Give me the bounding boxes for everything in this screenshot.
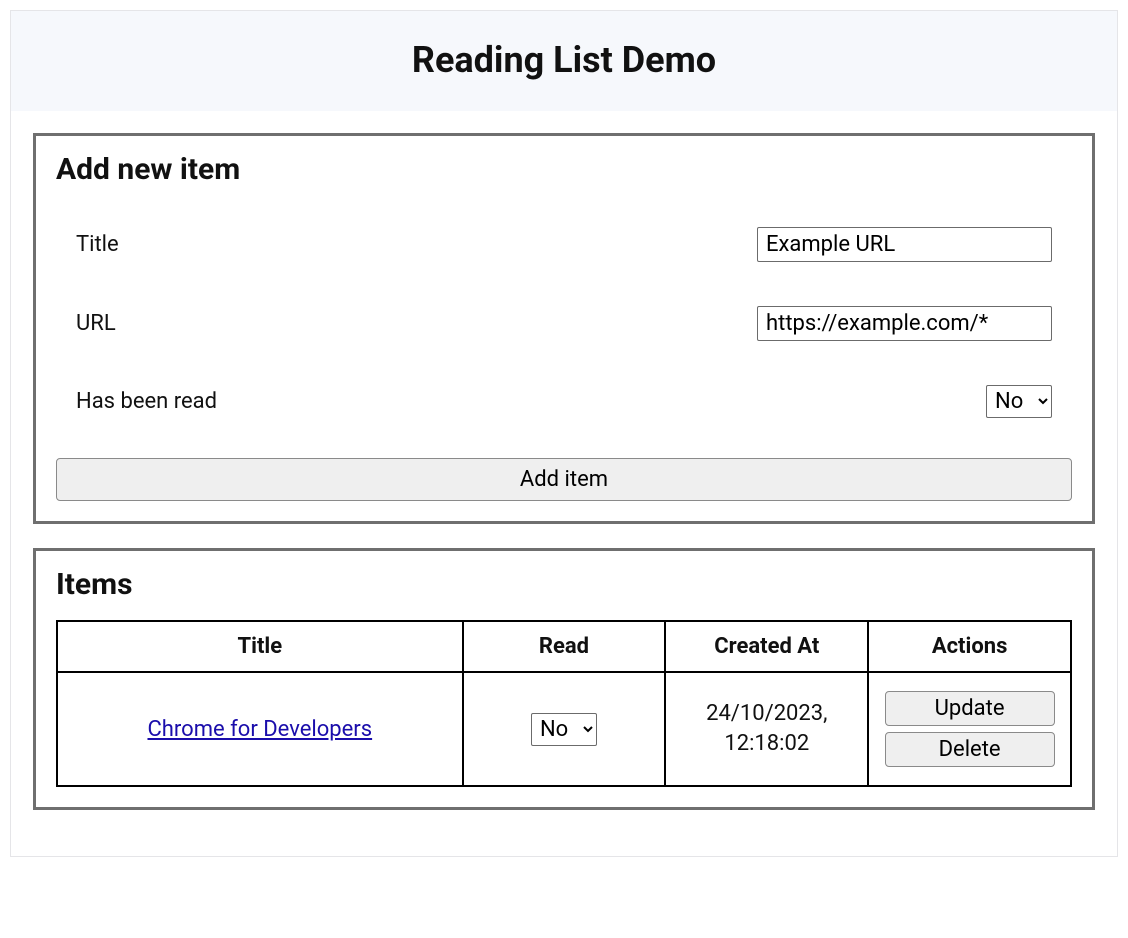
- col-header-title: Title: [57, 621, 463, 672]
- update-button[interactable]: Update: [885, 691, 1055, 726]
- title-row: Title: [76, 205, 1052, 284]
- delete-button[interactable]: Delete: [885, 732, 1055, 767]
- title-label: Title: [76, 232, 119, 257]
- row-read-select[interactable]: NoYes: [531, 713, 597, 746]
- read-label: Has been read: [76, 389, 217, 414]
- url-row: URL: [76, 284, 1052, 363]
- add-item-heading: Add new item: [56, 152, 1072, 187]
- items-table-body: Chrome for Developers NoYes 24/10/2023, …: [57, 672, 1071, 786]
- cell-created: 24/10/2023, 12:18:02: [665, 672, 868, 786]
- col-header-read: Read: [463, 621, 666, 672]
- col-header-created: Created At: [665, 621, 868, 672]
- url-input[interactable]: [757, 306, 1052, 341]
- page-title: Reading List Demo: [21, 39, 1107, 81]
- add-item-form: Title URL Has been read NoYes: [56, 205, 1072, 440]
- items-heading: Items: [56, 567, 1072, 602]
- items-table: Title Read Created At Actions Chrome for…: [56, 620, 1072, 787]
- app-container: Reading List Demo Add new item Title URL…: [10, 10, 1118, 857]
- add-item-panel: Add new item Title URL Has been read NoY…: [33, 133, 1095, 524]
- item-link[interactable]: Chrome for Developers: [147, 717, 372, 742]
- header-bar: Reading List Demo: [11, 11, 1117, 111]
- table-row: Chrome for Developers NoYes 24/10/2023, …: [57, 672, 1071, 786]
- add-item-button[interactable]: Add item: [56, 458, 1072, 501]
- cell-actions: Update Delete: [868, 672, 1071, 786]
- cell-title: Chrome for Developers: [57, 672, 463, 786]
- main-content: Add new item Title URL Has been read NoY…: [11, 111, 1117, 856]
- title-input[interactable]: [757, 227, 1052, 262]
- read-row: Has been read NoYes: [76, 363, 1052, 440]
- read-select[interactable]: NoYes: [986, 385, 1052, 418]
- url-label: URL: [76, 311, 116, 336]
- col-header-actions: Actions: [868, 621, 1071, 672]
- items-panel: Items Title Read Created At Actions Chro…: [33, 548, 1095, 810]
- table-header-row: Title Read Created At Actions: [57, 621, 1071, 672]
- cell-read: NoYes: [463, 672, 666, 786]
